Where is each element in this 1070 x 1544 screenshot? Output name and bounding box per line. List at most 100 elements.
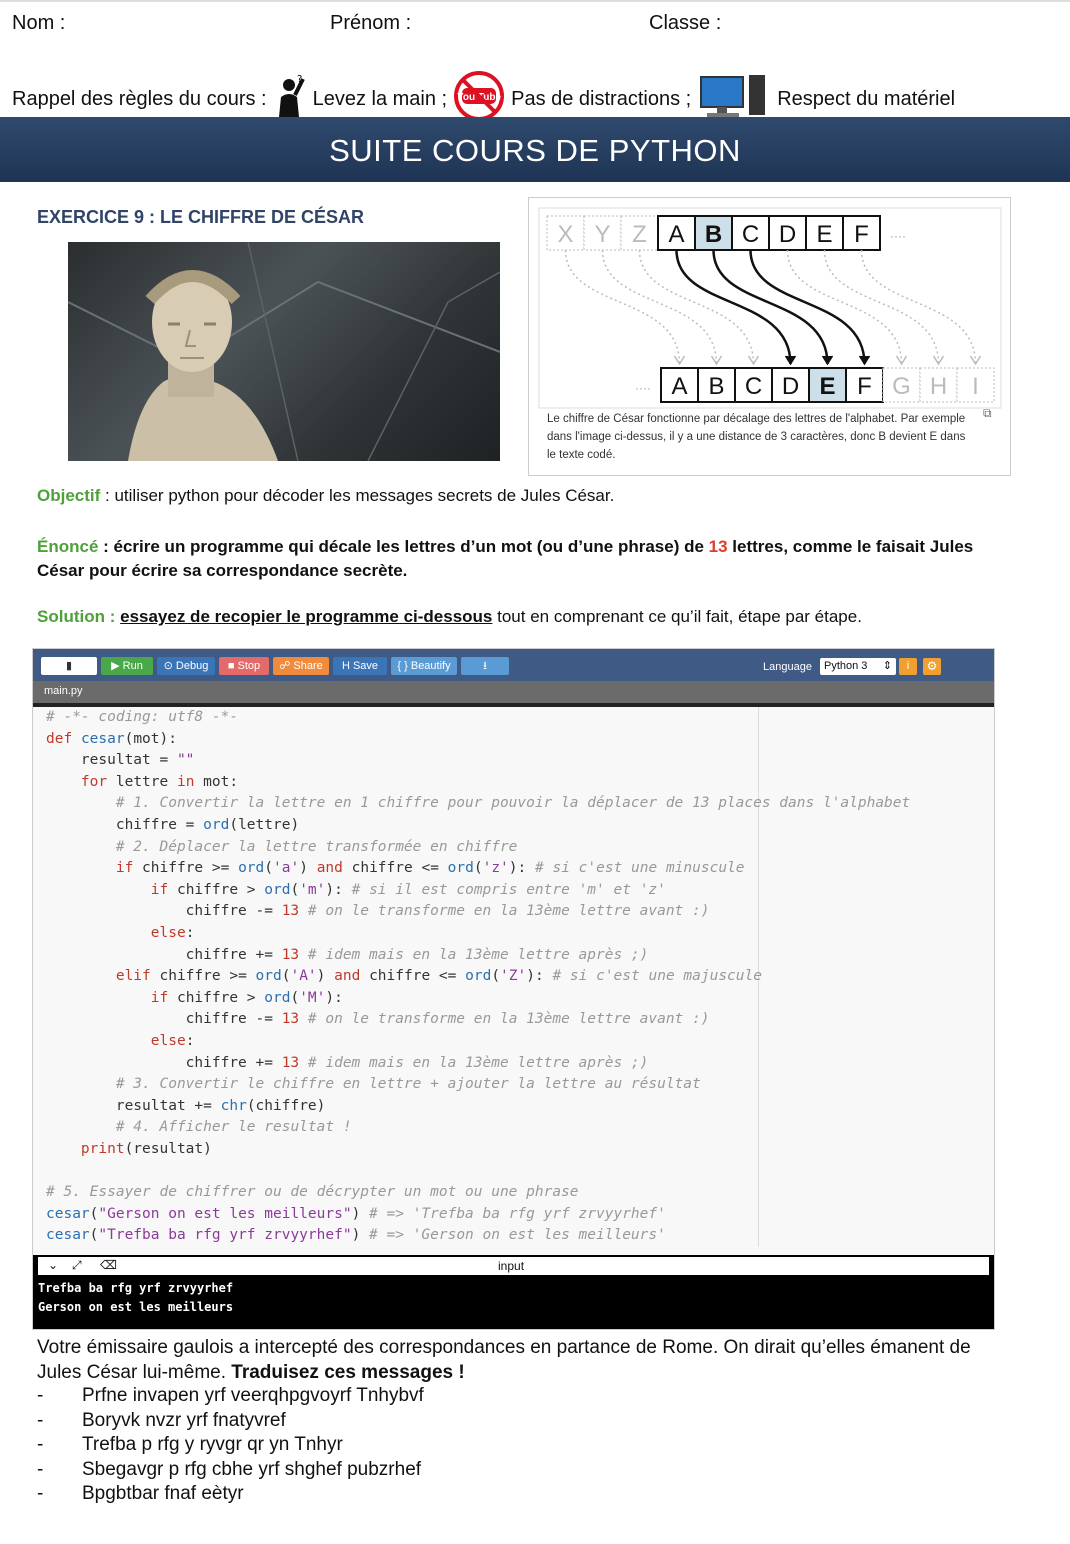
download-icon: ⭳ — [483, 660, 487, 672]
objective-text: : utiliser python pour décoder les messa… — [100, 486, 615, 505]
intro-text-c: Traduisez ces messages ! — [231, 1361, 465, 1383]
rule-no-distraction: Pas de distractions ; — [511, 87, 692, 110]
shift-arrow — [749, 249, 866, 365]
stop-button[interactable]: ■ Stop — [219, 657, 269, 675]
bottom-letter: B — [708, 373, 724, 400]
intro-paragraph: Votre émissaire gaulois a intercepté des… — [37, 1336, 1037, 1385]
tab-main-py[interactable]: main.py — [44, 685, 83, 697]
shift-arrow — [638, 249, 755, 365]
shift-arrow — [601, 249, 718, 365]
bottom-letter: C — [745, 373, 762, 400]
bottom-letter: H — [930, 373, 947, 400]
statement-text-c: César pour écrire sa correspondance secr… — [37, 561, 408, 580]
settings-gear-icon[interactable]: ⚙ — [923, 658, 941, 675]
select-arrows-icon: ⇕ — [882, 660, 892, 672]
intro-text-a: Votre émissaire gaulois a intercepté des… — [37, 1337, 971, 1358]
shift-arrow — [675, 249, 792, 365]
console-panel: ⌄ ⤢ ⌫ input Trefba ba rfg yrf zrvyyrhef G… — [33, 1255, 994, 1329]
message-text: Bpgbtbar fnaf eètyr — [82, 1483, 244, 1504]
console-output: Trefba ba rfg yrf zrvyyrhef Gerson on est… — [38, 1279, 233, 1317]
bottom-letter: E — [819, 373, 835, 400]
list-item: - Bpgbtbar fnaf eètyr — [37, 1483, 244, 1504]
expand-arrows-icon[interactable]: ⤢ — [72, 1258, 82, 1273]
objective-label: Objectif — [37, 486, 101, 505]
download-button[interactable]: ⭳ — [461, 657, 509, 675]
console-line: Trefba ba rfg yrf zrvyyrhef — [38, 1281, 234, 1295]
caesar-shift-diagram: X Y Z A B C D E F ···· A B C D E F G H I ···· Le chiffre de… — [528, 197, 1011, 476]
statement-paragraph: Énoncé : écrire un programme qui décale … — [37, 535, 1017, 583]
shift-arrow — [564, 249, 681, 365]
objective-paragraph: Objectif : utiliser python pour décoder … — [37, 486, 614, 506]
expand-icon[interactable]: ⧉ — [983, 406, 992, 421]
code-editor-screenshot: ▮ ▶ Run ⊙ Debug ■ Stop ☍ Share H Save { … — [32, 648, 995, 1330]
language-select[interactable]: Python 3 ⇕ — [820, 658, 896, 675]
message-text: Boryvk nvzr yrf fnatyvref — [82, 1409, 286, 1431]
exercise-title: EXERCICE 9 : LE CHIFFRE DE CÉSAR — [37, 207, 365, 227]
message-text: Trefba p rfg y ryvgr qr yn Tnhyr — [82, 1434, 343, 1455]
diagram-caption: Le chiffre de César fonctionne par décal… — [547, 413, 966, 461]
rule-respect-material: Respect du matériel — [777, 87, 956, 110]
solution-link: essayez de recopier le programme ci-dess… — [120, 607, 493, 626]
run-button[interactable]: ▶ Run — [101, 657, 153, 675]
svg-text:?: ? — [297, 74, 302, 85]
console-input-label: input — [498, 1259, 525, 1273]
editor-toolbar: ▮ ▶ Run ⊙ Debug ■ Stop ☍ Share H Save { … — [33, 649, 994, 681]
collapse-chevron-icon[interactable]: ⌄ — [48, 1258, 58, 1272]
top-letter: F — [854, 221, 869, 248]
top-letter: C — [742, 221, 759, 248]
share-button[interactable]: ☍ Share — [273, 657, 329, 675]
list-item: - Sbegavgr p rfg cbhe yrf shghef pubzrhef — [37, 1458, 422, 1480]
message-text: Prfne invapen yrf veerqhpgvoyrf Tnhybvf — [82, 1385, 424, 1406]
bottom-letter: A — [671, 373, 687, 400]
file-icon: ▮ — [65, 660, 73, 672]
console-line: Gerson on est les meilleurs — [38, 1300, 234, 1314]
prenom-label: Prénom : — [330, 12, 412, 34]
classe-label: Classe : — [649, 12, 722, 34]
shift-arrow — [823, 249, 940, 365]
messages-list: - Prfne invapen yrf veerqhpgvoyrf Tnhybvf… — [37, 1384, 424, 1507]
language-value: Python 3 — [824, 660, 868, 672]
debug-button[interactable]: ⊙ Debug — [157, 657, 215, 675]
bottom-letter: F — [857, 373, 872, 400]
shift-arrow — [712, 249, 829, 365]
solution-label: Solution : — [37, 607, 116, 626]
shift-arrow — [786, 249, 903, 365]
python-code: # -*- coding: utf8 -*- def cesar(mot): r… — [46, 709, 911, 1244]
console-toolbar: ⌄ ⤢ ⌫ input — [38, 1257, 989, 1275]
statement-label: Énoncé — [37, 537, 99, 556]
list-item: - Prfne invapen yrf veerqhpgvoyrf Tnhybvf — [37, 1385, 424, 1406]
page-banner: SUITE COURS DE PYTHON — [0, 117, 1070, 182]
list-item: - Trefba p rfg y ryvgr qr yn Tnhyr — [37, 1434, 343, 1455]
arrow-head — [858, 355, 871, 366]
list-item: - Boryvk nvzr yrf fnatyvref — [37, 1409, 286, 1431]
statement-text-a: : écrire un programme qui décale les let… — [98, 537, 709, 556]
top-letter: A — [668, 221, 684, 248]
top-ellipsis: ···· — [890, 229, 906, 243]
bottom-letter: G — [892, 373, 911, 400]
intro-text-b: Jules César lui-même. — [37, 1361, 232, 1383]
language-label: Language — [763, 661, 812, 673]
top-rule — [0, 0, 1070, 2]
top-letter: E — [816, 221, 832, 248]
top-letter: X — [557, 221, 573, 248]
info-icon[interactable]: i — [899, 658, 917, 675]
beautify-button[interactable]: { } Beautify — [391, 657, 457, 675]
code-line: # -*- coding: utf8 -*- — [46, 709, 239, 725]
file-button[interactable]: ▮ — [41, 657, 97, 675]
rule-raise-hand: Levez la main ; — [312, 87, 448, 110]
nom-label: Nom : — [12, 12, 66, 34]
clear-icon[interactable]: ⌫ — [100, 1258, 117, 1272]
save-button[interactable]: H Save — [333, 657, 387, 675]
bottom-letter: I — [972, 373, 979, 400]
shift-number: 13 — [708, 537, 728, 556]
caesar-bust-image — [68, 242, 500, 461]
rules-intro: Rappel des règles du cours : — [12, 87, 267, 110]
shift-arrow — [860, 249, 977, 365]
top-letter: Y — [594, 221, 610, 248]
top-letter: D — [779, 221, 796, 248]
solution-paragraph: Solution : essayez de recopier le progra… — [37, 607, 862, 627]
statement-text-b: lettres, comme le faisait Jules — [727, 537, 974, 556]
tab-bar: main.py — [33, 681, 994, 703]
top-letter: Z — [632, 221, 647, 248]
solution-text: tout en comprenant ce qu’il fait, étape … — [492, 607, 862, 626]
